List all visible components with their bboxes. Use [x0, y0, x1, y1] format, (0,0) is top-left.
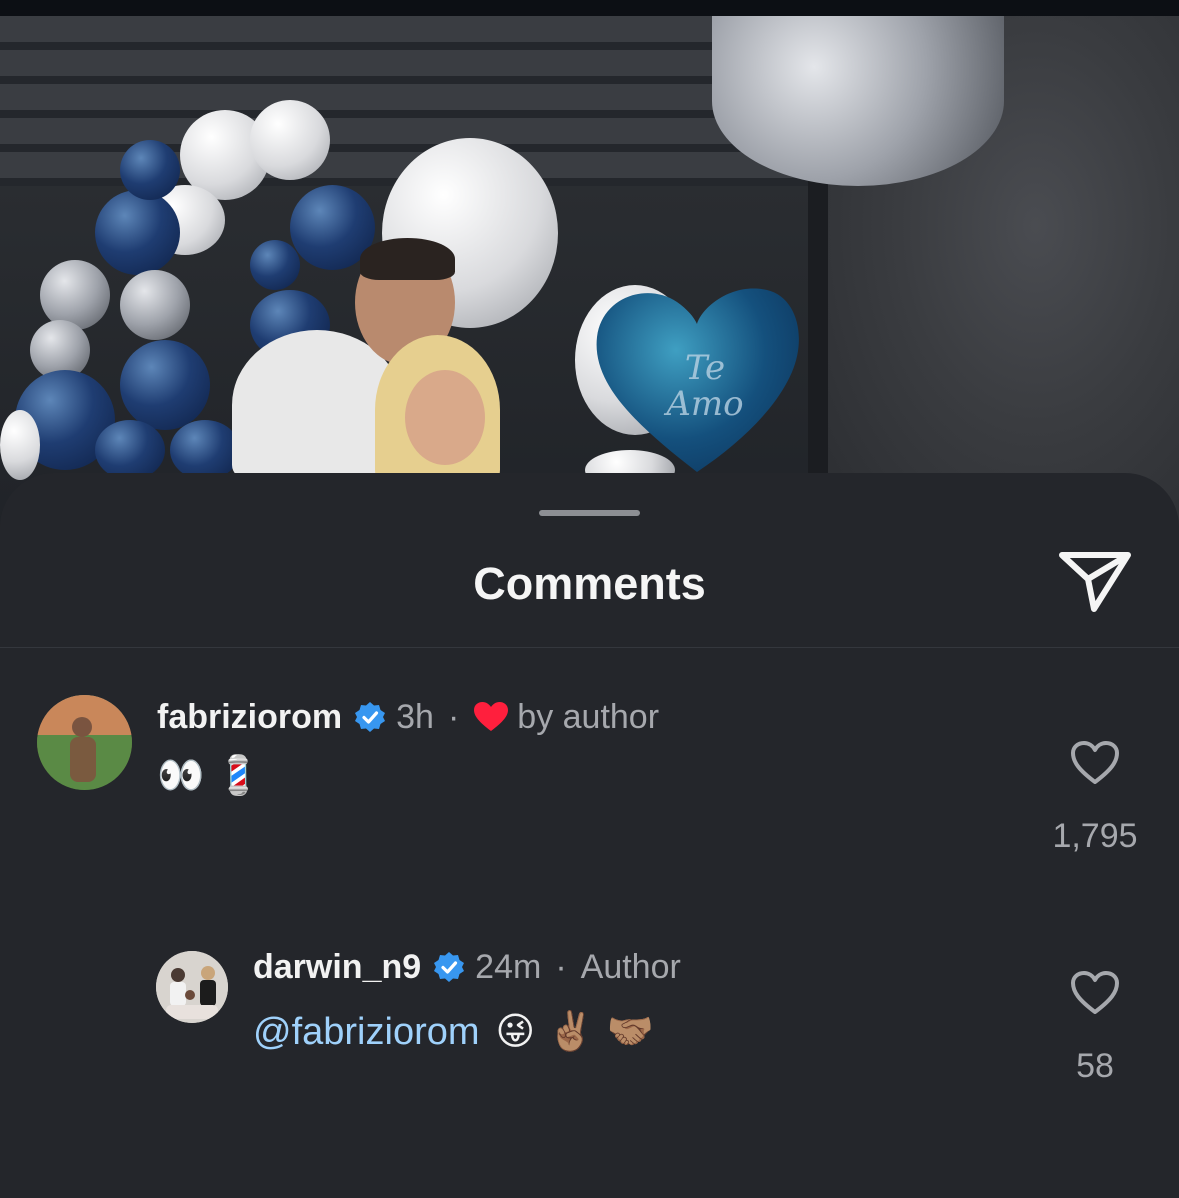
balloon [120, 340, 210, 430]
balloon [95, 420, 165, 480]
like-count: 1,795 [1052, 817, 1138, 855]
sheet-grabber[interactable] [539, 510, 640, 516]
comment-time: 3h [396, 698, 434, 736]
balloon [120, 270, 190, 340]
comment-username[interactable]: darwin_n9 [253, 947, 421, 987]
author-label: Author [580, 948, 681, 986]
balloon [40, 260, 110, 330]
heart-balloon-text: Te Amo [666, 348, 744, 424]
comment-meta: fabriziorom 3h · by author [157, 697, 659, 737]
meta-separator: · [555, 948, 567, 986]
comment-emoji-text: 😜 ✌🏽 🤝🏽 [495, 1009, 654, 1053]
balloon [120, 140, 180, 200]
sheet-divider [0, 647, 1179, 648]
balloon [250, 100, 330, 180]
comment-text: 👀 💈 [157, 755, 263, 797]
comment-username[interactable]: fabriziorom [157, 697, 342, 737]
avatar[interactable] [37, 695, 132, 790]
sheet-title: Comments [473, 558, 706, 609]
comment-text: @fabriziorom 😜 ✌🏽 🤝🏽 [253, 1008, 654, 1055]
balloon [170, 420, 240, 480]
balloon [95, 190, 180, 275]
person-face [405, 370, 485, 465]
balloon [250, 240, 300, 290]
verified-badge-icon [433, 951, 465, 983]
send-icon[interactable] [1056, 549, 1134, 615]
orb-balloon [712, 16, 1004, 186]
like-heart-icon[interactable] [1070, 740, 1120, 786]
reply-item: darwin_n9 24m · Author @fabriziorom 😜 ✌🏽 … [0, 948, 1179, 1151]
mention-link[interactable]: @fabriziorom [253, 1011, 480, 1053]
author-liked-heart-icon [473, 701, 509, 733]
like-count: 58 [1076, 1047, 1114, 1085]
liked-by-author-label: by author [517, 698, 660, 736]
meta-separator: · [447, 698, 460, 736]
balloon [0, 410, 40, 480]
comments-sheet: Comments fabriziorom 3h · by author 👀 💈 … [0, 473, 1179, 1198]
verified-badge-icon [354, 701, 386, 733]
comment-time: 24m [475, 948, 542, 986]
comment-item: fabriziorom 3h · by author 👀 💈 1,795 [0, 691, 1179, 891]
comment-meta: darwin_n9 24m · Author [253, 947, 681, 987]
person-hair [360, 238, 455, 280]
avatar[interactable] [156, 951, 228, 1023]
status-bar-strip [0, 0, 1179, 16]
post-photo: Te Amo [0, 0, 1179, 540]
like-heart-icon[interactable] [1070, 970, 1120, 1016]
